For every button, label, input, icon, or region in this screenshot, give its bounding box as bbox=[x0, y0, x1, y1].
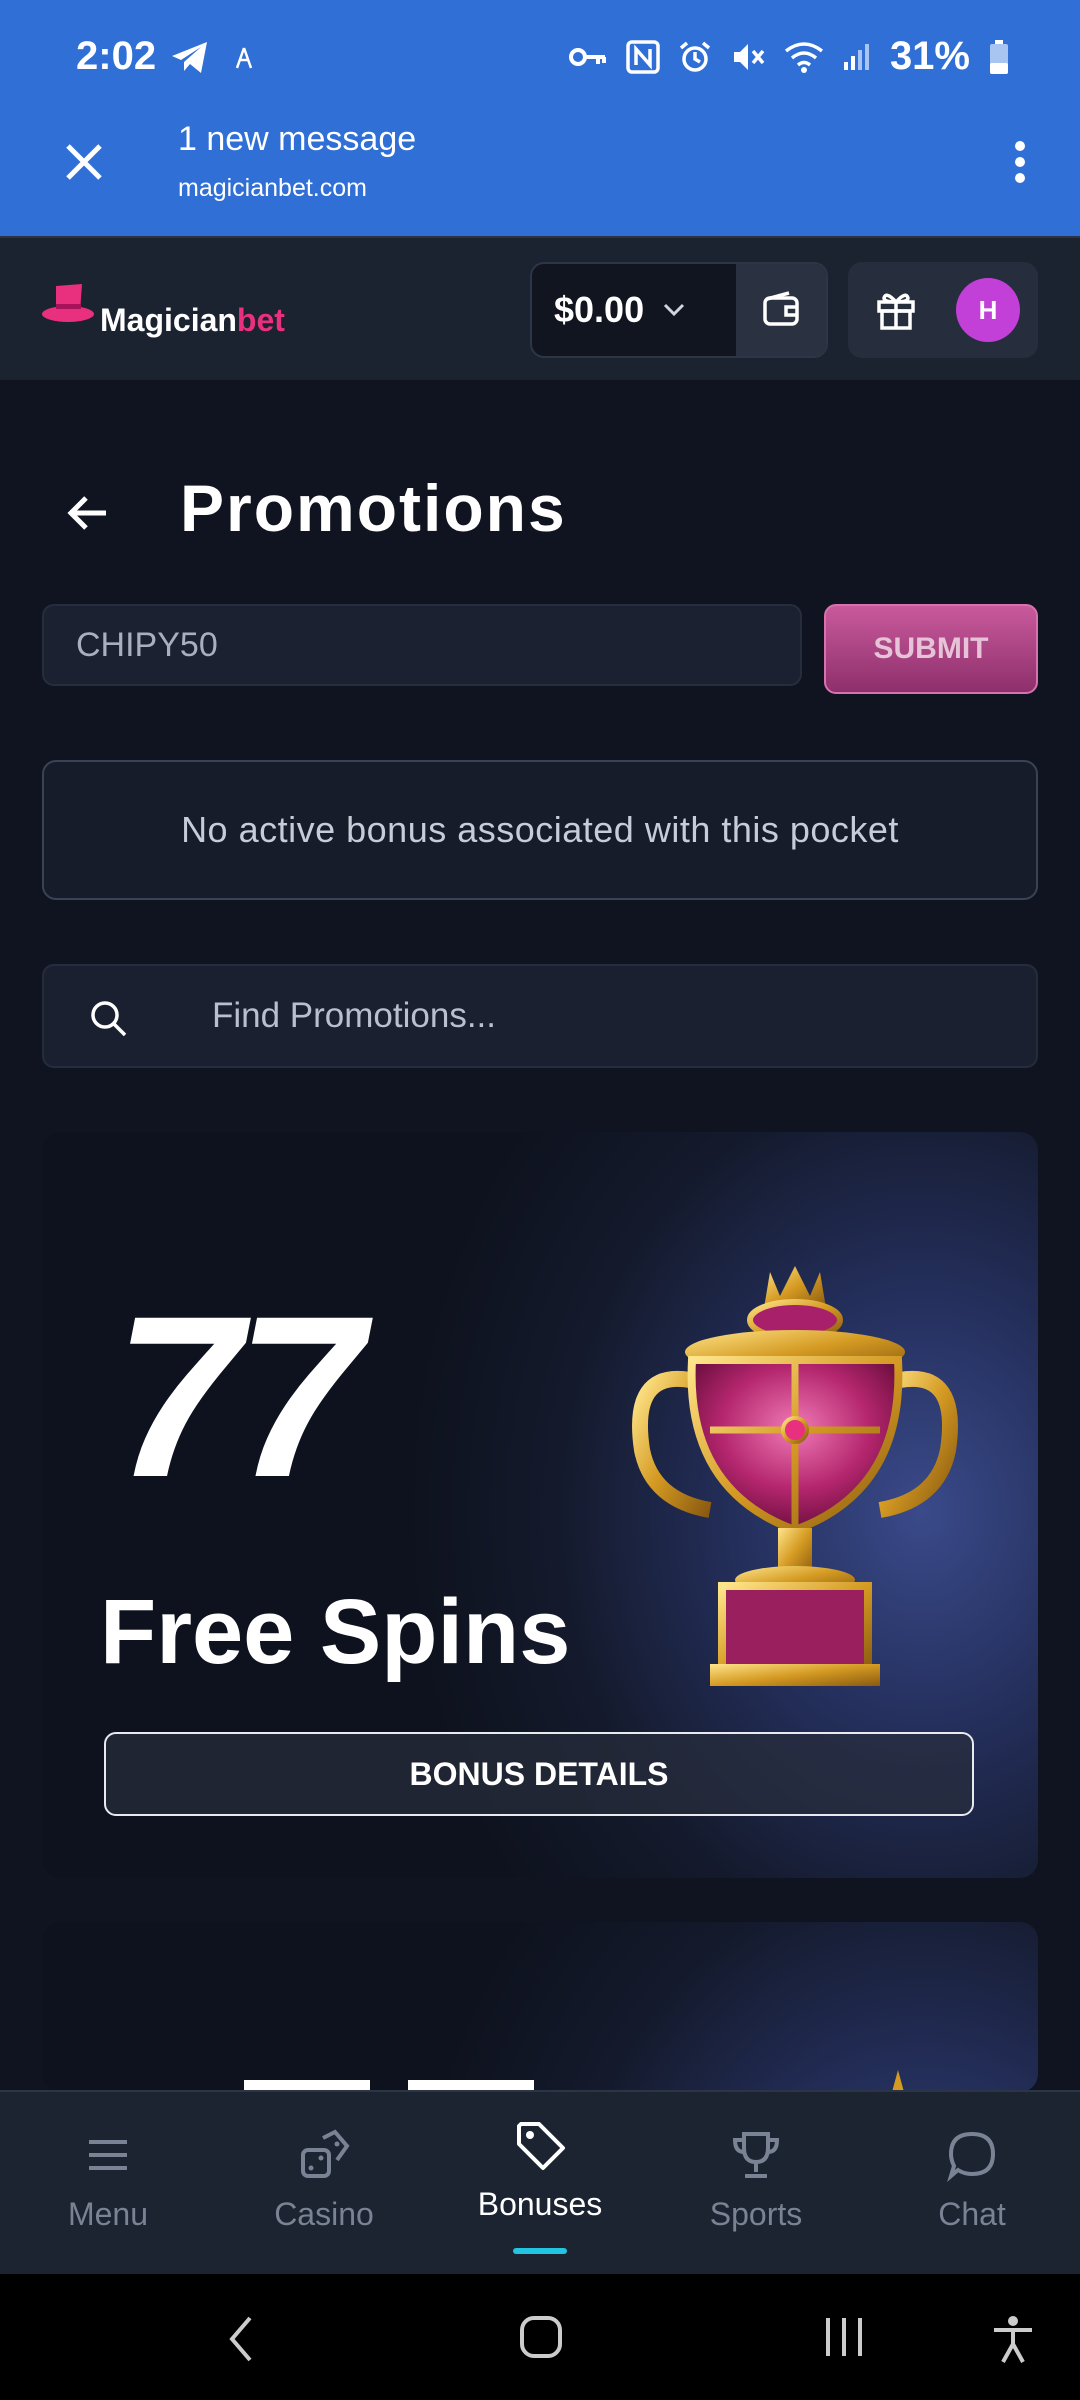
account-group: H bbox=[848, 262, 1038, 358]
message-title: 1 new message bbox=[178, 120, 417, 158]
wifi-icon bbox=[784, 41, 824, 73]
nav-label: Casino bbox=[274, 2196, 374, 2232]
nav-label: Bonuses bbox=[477, 2186, 603, 2222]
nav-label: Menu bbox=[67, 2196, 149, 2232]
nav-label: Sports bbox=[709, 2196, 803, 2232]
magician-hat-icon bbox=[42, 283, 94, 322]
nav-bonuses[interactable]: Bonuses bbox=[432, 2092, 648, 2274]
promotion-search bbox=[42, 964, 1038, 1068]
promotion-title: Free Spins bbox=[100, 1581, 571, 1683]
system-back-icon[interactable] bbox=[226, 2314, 256, 2364]
promotion-graphic bbox=[244, 2070, 904, 2092]
dice-icon bbox=[301, 2129, 350, 2178]
status-left-icons bbox=[170, 40, 254, 76]
status-time: 2:02 bbox=[76, 34, 157, 78]
gift-button[interactable] bbox=[848, 289, 944, 331]
nav-sports[interactable]: Sports bbox=[648, 2092, 864, 2274]
search-icon bbox=[91, 1001, 127, 1037]
bottom-nav: Menu Casino Bonuses Sports Chat bbox=[0, 2090, 1080, 2274]
navigation-icon bbox=[235, 47, 253, 69]
site-header: Magicianbet $0.00 H bbox=[0, 236, 1080, 380]
balance-value: $0.00 bbox=[554, 289, 645, 330]
wallet-icon bbox=[763, 291, 799, 326]
nfc-icon bbox=[626, 39, 660, 74]
message-url: magicianbet.com bbox=[178, 174, 367, 202]
avatar[interactable]: H bbox=[956, 278, 1020, 342]
key-icon bbox=[568, 47, 606, 66]
nav-casino[interactable]: Casino bbox=[216, 2092, 432, 2274]
alarm-icon bbox=[679, 41, 711, 72]
submit-button[interactable]: SUBMIT bbox=[824, 604, 1038, 694]
promo-code-input[interactable] bbox=[42, 604, 802, 686]
promotion-card bbox=[42, 1922, 1038, 2092]
chevron-down-icon bbox=[664, 303, 685, 317]
system-recents-icon[interactable] bbox=[822, 2314, 866, 2360]
close-icon[interactable] bbox=[60, 138, 108, 186]
balance-dropdown[interactable]: $0.00 bbox=[532, 264, 736, 356]
search-input[interactable] bbox=[212, 966, 992, 1066]
chat-icon bbox=[947, 2131, 996, 2182]
nav-label: Chat bbox=[938, 2196, 1006, 2232]
accessibility-icon[interactable] bbox=[990, 2314, 1036, 2364]
system-nav-bar bbox=[0, 2274, 1080, 2400]
promotion-card: 77 Free Spins BONUS DETAILS bbox=[42, 1132, 1038, 1878]
page-title: Promotions bbox=[180, 471, 567, 545]
nav-menu[interactable]: Menu bbox=[0, 2092, 216, 2274]
gift-icon bbox=[877, 293, 915, 330]
status-bar: 2:02 31% bbox=[0, 0, 1080, 118]
mute-icon bbox=[733, 43, 765, 70]
battery-percent: 31% bbox=[889, 34, 970, 78]
wallet-group: $0.00 bbox=[530, 262, 828, 358]
tag-icon bbox=[517, 2122, 565, 2170]
wallet-button[interactable] bbox=[736, 264, 826, 356]
bonus-notice: No active bonus associated with this poc… bbox=[42, 760, 1038, 900]
site-logo[interactable]: Magicianbet bbox=[42, 274, 285, 339]
telegram-icon bbox=[172, 42, 207, 73]
menu-icon bbox=[89, 2140, 127, 2170]
trophy-icon bbox=[732, 2132, 780, 2178]
active-indicator bbox=[513, 2248, 567, 2254]
back-arrow-icon[interactable] bbox=[64, 488, 114, 538]
status-right-icons: 31% bbox=[568, 34, 1010, 79]
browser-top-bar: 2:02 31% 1 new message magicianbet.com bbox=[0, 0, 1080, 236]
more-vert-icon[interactable] bbox=[1008, 138, 1032, 186]
logo-accent-text: bet bbox=[236, 302, 285, 338]
system-home-icon[interactable] bbox=[518, 2314, 564, 2360]
promotion-number: 77 bbox=[114, 1268, 364, 1525]
logo-main-text: Magician bbox=[100, 302, 237, 338]
battery-icon bbox=[990, 39, 1008, 74]
bonus-details-button[interactable]: BONUS DETAILS bbox=[104, 1732, 974, 1816]
signal-icon bbox=[843, 43, 869, 70]
nav-chat[interactable]: Chat bbox=[864, 2092, 1080, 2274]
logo-text: Magicianbet bbox=[100, 302, 285, 339]
trophy-image bbox=[632, 1266, 958, 1686]
